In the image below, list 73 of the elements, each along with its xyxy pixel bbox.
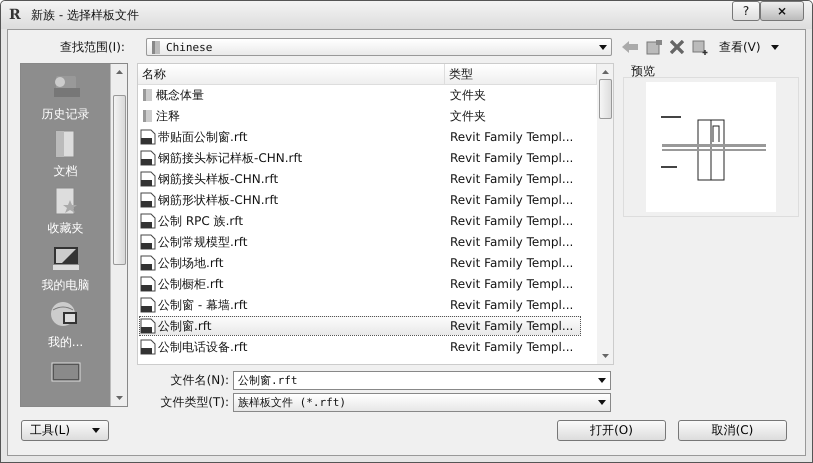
template-file-icon bbox=[140, 297, 156, 313]
file-type-dropdown[interactable]: 族样板文件 (*.rft) bbox=[233, 393, 611, 412]
template-file-icon bbox=[140, 255, 156, 271]
file-type: Revit Family Templ... bbox=[449, 172, 574, 186]
template-file-icon bbox=[140, 213, 156, 229]
file-type: Revit Family Templ... bbox=[449, 277, 574, 291]
file-name-field[interactable]: 公制窗.rft bbox=[233, 371, 611, 390]
file-type: Revit Family Templ... bbox=[449, 298, 574, 312]
template-file-icon bbox=[140, 150, 156, 166]
look-in-label: 查找范围(I): bbox=[60, 38, 126, 56]
file-name[interactable]: 注释 bbox=[156, 108, 180, 124]
scroll-up-icon[interactable] bbox=[116, 70, 122, 74]
dropdown-arrow-icon bbox=[92, 428, 100, 433]
template-file-icon bbox=[140, 171, 156, 187]
folder-icon bbox=[140, 88, 154, 102]
new-folder-icon[interactable] bbox=[692, 40, 708, 54]
file-type: Revit Family Templ... bbox=[449, 319, 574, 333]
file-name[interactable]: 钢筋形状样板-CHN.rft bbox=[158, 192, 278, 208]
scrollbar[interactable] bbox=[597, 64, 613, 364]
file-type: Revit Family Templ... bbox=[449, 235, 574, 249]
delete-icon[interactable] bbox=[670, 40, 684, 54]
file-name[interactable]: 公制常规模型.rft bbox=[158, 234, 248, 250]
app-logo: R bbox=[9, 7, 22, 23]
file-name[interactable]: 钢筋接头样板-CHN.rft bbox=[158, 170, 278, 188]
file-type: 文件夹 bbox=[449, 86, 487, 104]
file-name[interactable]: 公制场地.rft bbox=[158, 254, 224, 272]
selected-row[interactable]: 公制窗.rft Revit Family Templ... bbox=[139, 316, 581, 336]
file-name[interactable]: 公制 RPC 族.rft bbox=[158, 212, 244, 230]
view-menu-button[interactable]: 查看(V) bbox=[716, 36, 782, 58]
column-header[interactable]: 名称 bbox=[138, 64, 445, 85]
file-type-label: 文件类型(T): bbox=[159, 394, 230, 411]
scroll-thumb[interactable] bbox=[598, 79, 612, 119]
dropdown-arrow-icon bbox=[770, 44, 779, 50]
help-button[interactable]: ? bbox=[732, 1, 760, 21]
dropdown-arrow-icon bbox=[599, 44, 607, 50]
open-button[interactable]: 打开(O) bbox=[557, 420, 666, 441]
template-file-icon bbox=[140, 339, 156, 355]
file-type: Revit Family Templ... bbox=[449, 151, 574, 165]
file-name[interactable]: 公制电话设备.rft bbox=[158, 338, 248, 356]
window-title: 新族 - 选择样板文件 bbox=[31, 6, 140, 24]
file-type: Revit Family Templ... bbox=[449, 130, 574, 144]
file-name[interactable]: 带贴面公制窗.rft bbox=[158, 128, 248, 146]
file-name[interactable]: 概念体量 bbox=[156, 86, 204, 104]
file-name[interactable]: 公制窗 - 幕墙.rft bbox=[158, 296, 248, 314]
template-file-icon bbox=[140, 129, 156, 145]
scroll-down-icon[interactable] bbox=[116, 396, 122, 400]
dropdown-arrow-icon bbox=[598, 378, 606, 383]
file-type: Revit Family Templ... bbox=[449, 340, 574, 354]
folder-icon bbox=[140, 109, 154, 123]
scrollbar[interactable] bbox=[110, 64, 127, 406]
template-file-icon bbox=[140, 234, 156, 250]
template-file-icon bbox=[140, 192, 156, 208]
scroll-up-icon[interactable] bbox=[602, 70, 608, 74]
up-folder-icon[interactable] bbox=[646, 40, 662, 54]
close-button[interactable]: × bbox=[760, 1, 804, 21]
preview-label: 预览 bbox=[631, 63, 655, 77]
dropdown-arrow-icon bbox=[598, 400, 606, 405]
template-file-icon bbox=[140, 318, 156, 334]
scroll-down-icon[interactable] bbox=[602, 354, 608, 358]
cancel-button[interactable]: 取消(C) bbox=[678, 420, 787, 441]
file-name-label: 文件名(N): bbox=[170, 372, 230, 389]
template-file-icon bbox=[140, 276, 156, 292]
file-name[interactable]: 钢筋接头标记样板-CHN.rft bbox=[158, 150, 302, 166]
file-name[interactable]: 公制窗.rft bbox=[158, 318, 212, 334]
folder-icon bbox=[151, 40, 161, 54]
scroll-thumb[interactable] bbox=[112, 95, 126, 265]
file-type: Revit Family Templ... bbox=[449, 256, 574, 270]
file-type: Revit Family Templ... bbox=[449, 214, 574, 228]
file-type: 文件夹 bbox=[449, 108, 487, 124]
file-name[interactable]: 公制橱柜.rft bbox=[158, 276, 224, 292]
file-type: Revit Family Templ... bbox=[449, 193, 574, 207]
look-in-dropdown[interactable]: Chinese bbox=[146, 38, 612, 56]
tools-button[interactable]: 工具(L) bbox=[21, 420, 109, 441]
